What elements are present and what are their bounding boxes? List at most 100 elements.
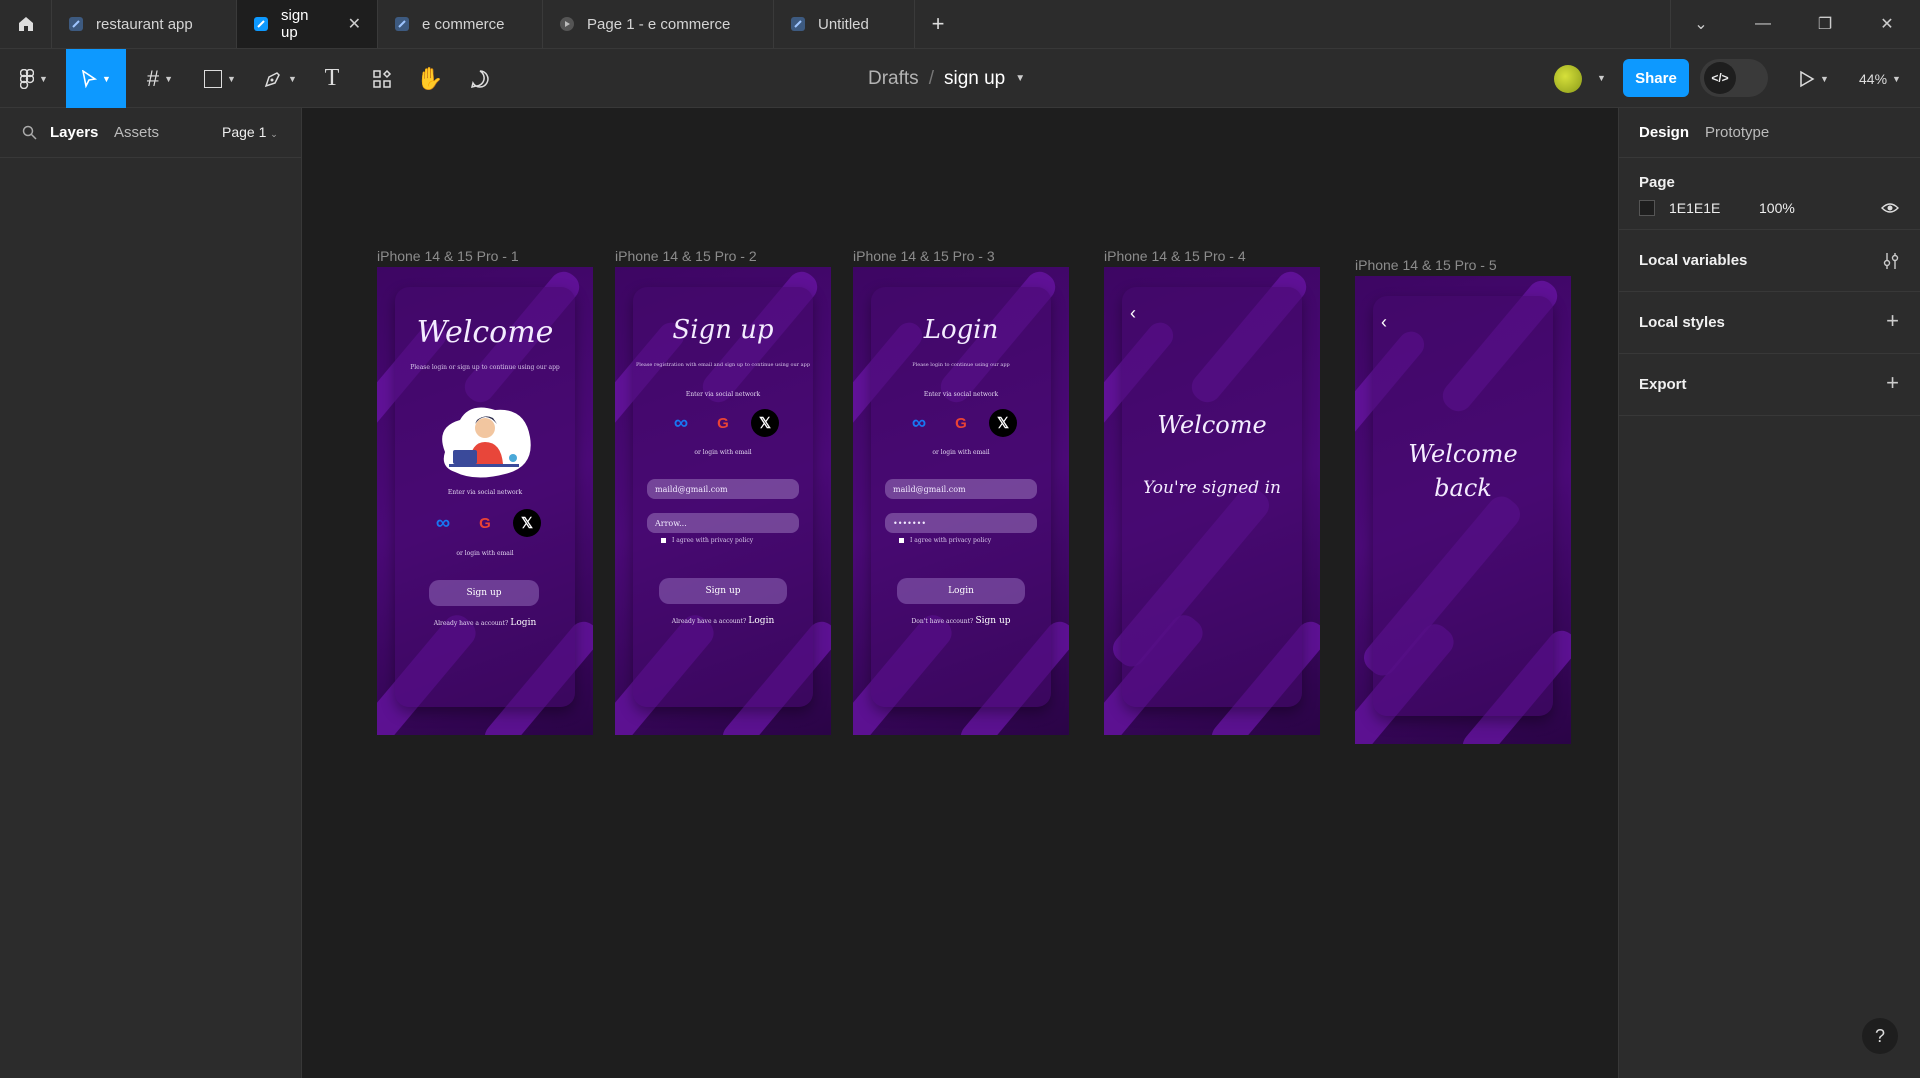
frame-login[interactable]: Login Please login to continue using our…	[853, 267, 1069, 735]
frame-welcome[interactable]: Welcome Please login or sign up to conti…	[377, 267, 593, 735]
hand-tool[interactable]: ✋	[414, 49, 446, 108]
google-icon[interactable]: G	[947, 409, 975, 437]
help-button[interactable]: ?	[1862, 1018, 1898, 1054]
new-tab-button[interactable]: +	[915, 0, 961, 48]
login-prompt-text: Already have a account?	[671, 618, 747, 625]
local-variables-section[interactable]: Local variables	[1619, 230, 1920, 292]
tab-sign-up[interactable]: sign up ✕	[237, 0, 378, 48]
text-icon: T	[324, 65, 340, 91]
frame-tool[interactable]: # ▼	[138, 49, 182, 108]
tab-e-commerce[interactable]: e commerce	[378, 0, 543, 48]
x-icon[interactable]: 𝕏	[989, 409, 1017, 437]
home-button[interactable]	[0, 0, 52, 48]
tab-restaurant-app[interactable]: restaurant app	[52, 0, 237, 48]
export-section[interactable]: Export +	[1619, 354, 1920, 416]
email-field[interactable]: maild@gmail.com	[647, 479, 799, 499]
x-icon[interactable]: 𝕏	[751, 409, 779, 437]
present-button[interactable]: ▼	[1792, 49, 1836, 108]
page-opacity-value[interactable]: 100%	[1759, 200, 1795, 216]
signup-prompt-text: Don't have account?	[911, 618, 974, 625]
resources-tool[interactable]	[366, 49, 398, 108]
frame-welcome-back[interactable]: ‹ Welcome back	[1355, 276, 1571, 744]
chevron-down-icon[interactable]: ▼	[1015, 73, 1025, 84]
breadcrumb-drafts[interactable]: Drafts	[868, 68, 919, 90]
tab-assets[interactable]: Assets	[114, 124, 159, 141]
privacy-checkbox[interactable]: I agree with privacy policy	[899, 537, 991, 544]
back-chevron-icon[interactable]: ‹	[1130, 303, 1136, 324]
frame-signed-in[interactable]: ‹ Welcome You're signed in	[1104, 267, 1320, 735]
tab-prototype[interactable]: Prototype	[1705, 124, 1769, 141]
tab-design[interactable]: Design	[1639, 124, 1689, 141]
social-login-row: ∞ G 𝕏	[615, 409, 831, 437]
meta-icon[interactable]: ∞	[667, 409, 695, 437]
variables-icon[interactable]	[1883, 252, 1899, 270]
social-caption: Enter via social network	[923, 391, 999, 398]
tab-untitled[interactable]: Untitled	[774, 0, 915, 48]
figma-file-icon	[253, 16, 269, 32]
minimize-button[interactable]: —	[1732, 0, 1794, 48]
restore-button[interactable]: ❐	[1794, 0, 1856, 48]
frame-label[interactable]: iPhone 14 & 15 Pro - 1	[377, 248, 519, 264]
breadcrumb: Drafts / sign up ▼	[868, 49, 1025, 108]
signup-link[interactable]: Sign up	[976, 616, 1011, 626]
welcome-title: Welcome	[1408, 440, 1518, 468]
share-button[interactable]: Share	[1623, 59, 1689, 97]
chevron-down-icon[interactable]: ▼	[1597, 73, 1606, 83]
frame-label[interactable]: iPhone 14 & 15 Pro - 4	[1104, 248, 1246, 264]
google-icon[interactable]: G	[709, 409, 737, 437]
tab-page-1-e-commerce[interactable]: Page 1 - e commerce	[543, 0, 774, 48]
page-color-value[interactable]: 1E1E1E	[1669, 200, 1720, 216]
privacy-checkbox-label: I agree with privacy policy	[672, 537, 754, 544]
plus-icon[interactable]: +	[1886, 308, 1899, 334]
page-selector[interactable]: Page 1 ⌄	[222, 124, 278, 140]
comment-tool[interactable]	[464, 49, 496, 108]
privacy-checkbox[interactable]: I agree with privacy policy	[661, 537, 753, 544]
frame-label[interactable]: iPhone 14 & 15 Pro - 2	[615, 248, 757, 264]
main-menu-button[interactable]: ▼	[10, 49, 58, 108]
shape-tool[interactable]: ▼	[198, 49, 242, 108]
move-tool[interactable]: ▼	[66, 49, 126, 108]
question-icon: ?	[1874, 1025, 1885, 1046]
pen-tool[interactable]: ▼	[258, 49, 302, 108]
chevron-down-icon: ▼	[164, 73, 174, 84]
login-link[interactable]: Login	[748, 616, 774, 626]
tab-bar: restaurant app sign up ✕ e commerce Page…	[0, 0, 1920, 48]
hand-icon: ✋	[416, 65, 444, 91]
x-icon[interactable]: 𝕏	[513, 509, 541, 537]
frame-hash-icon: #	[146, 65, 160, 91]
local-styles-section[interactable]: Local styles +	[1619, 292, 1920, 354]
file-name[interactable]: sign up	[944, 68, 1005, 90]
close-icon[interactable]: ✕	[348, 14, 361, 34]
tabs-overflow-button[interactable]: ⌄	[1670, 0, 1732, 48]
close-window-button[interactable]: ✕	[1856, 0, 1918, 48]
avatar[interactable]	[1554, 65, 1582, 93]
sign-up-button[interactable]: Sign up	[659, 578, 787, 604]
search-icon[interactable]	[22, 125, 37, 140]
eye-icon[interactable]	[1881, 202, 1899, 214]
checkbox-icon	[661, 538, 666, 543]
login-button[interactable]: Login	[897, 578, 1025, 604]
chevron-down-icon: ▼	[288, 73, 297, 84]
subtitle: Please login to continue using our app	[912, 362, 1010, 368]
frame-label[interactable]: iPhone 14 & 15 Pro - 5	[1355, 257, 1497, 273]
zoom-dropdown[interactable]: 44% ▼	[1852, 49, 1908, 108]
tab-layers[interactable]: Layers	[50, 124, 98, 141]
password-field[interactable]: •••••••	[885, 513, 1037, 533]
text-tool[interactable]: T	[316, 49, 348, 108]
email-field[interactable]: maild@gmail.com	[885, 479, 1037, 499]
password-field[interactable]: Arrow...	[647, 513, 799, 533]
frame-sign-up[interactable]: Sign up Please registration with email a…	[615, 267, 831, 735]
dev-mode-toggle[interactable]: </>	[1700, 59, 1768, 97]
checkbox-icon	[899, 538, 904, 543]
login-link[interactable]: Login	[510, 618, 536, 628]
back-chevron-icon[interactable]: ‹	[1381, 312, 1387, 333]
frame-label[interactable]: iPhone 14 & 15 Pro - 3	[853, 248, 995, 264]
sign-up-button[interactable]: Sign up	[429, 580, 539, 606]
plus-icon[interactable]: +	[1886, 370, 1899, 396]
code-icon: </>	[1704, 62, 1736, 94]
google-icon[interactable]: G	[471, 509, 499, 537]
meta-icon[interactable]: ∞	[429, 509, 457, 537]
chevron-down-icon: ⌄	[270, 129, 278, 139]
page-color-swatch[interactable]	[1639, 200, 1655, 216]
meta-icon[interactable]: ∞	[905, 409, 933, 437]
